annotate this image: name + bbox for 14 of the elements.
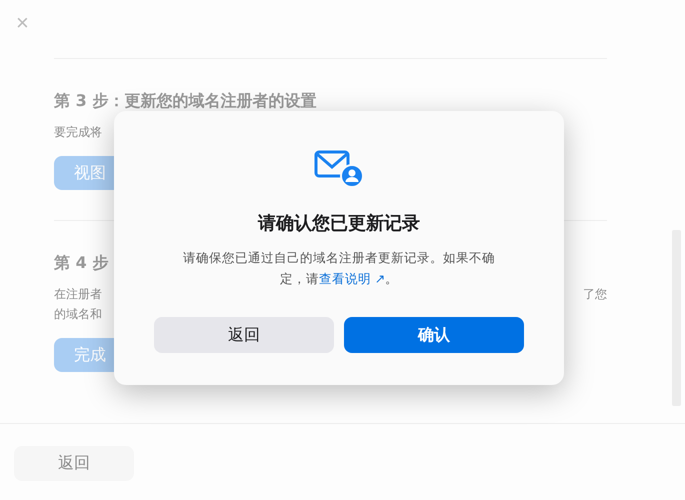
dialog-message: 请确保您已通过自己的域名注册者更新记录。如果不确定，请查看说明 ↗。 [182,249,496,288]
step-description: 了您 [583,286,607,303]
step-title: 第 4 步 [54,253,108,274]
help-link[interactable]: 查看说明 ↗ [318,271,386,286]
step-description: 要完成将 [54,124,102,141]
close-button[interactable]: × [12,10,33,36]
dialog-title: 请确认您已更新记录 [258,212,420,235]
step-description: 在注册者 [54,286,102,303]
back-button[interactable]: 返回 [14,446,134,481]
back-button[interactable]: 返回 [154,317,334,353]
confirm-button[interactable]: 确认 [344,317,524,353]
step-description: 的域名和 [54,306,102,323]
step-title: 第 3 步：更新您的域名注册者的设置 [54,91,316,112]
mail-contact-icon [314,149,364,189]
